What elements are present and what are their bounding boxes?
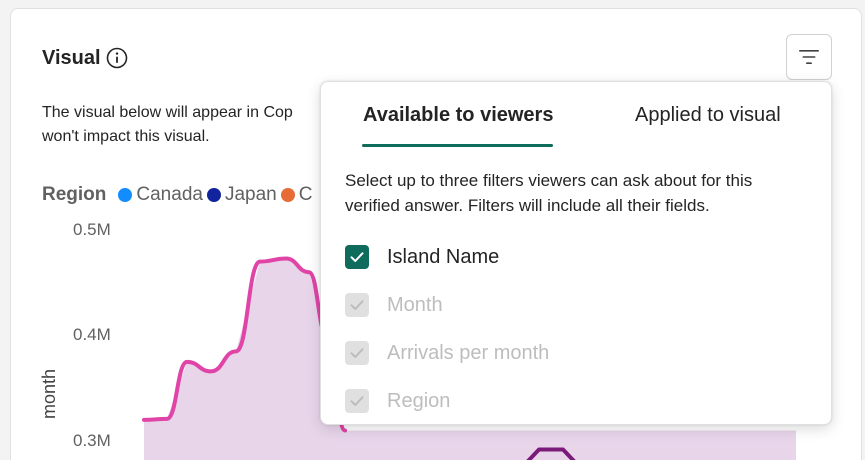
active-tab-indicator [362, 144, 553, 147]
filter-option-label: Region [387, 389, 451, 412]
filter-option-region: Region [345, 388, 450, 414]
filter-option-label: Island Name [387, 245, 500, 268]
checkbox [345, 293, 369, 317]
filter-option-month: Month [345, 292, 443, 318]
filter-popup: Available to viewers Applied to visual S… [320, 81, 832, 425]
checkmark-icon [350, 348, 364, 358]
tab-applied-to-visual[interactable]: Applied to visual [635, 104, 781, 127]
checkmark-icon [350, 396, 364, 406]
filter-option-label: Arrivals per month [387, 341, 550, 364]
checkbox [345, 389, 369, 413]
tab-available-to-viewers[interactable]: Available to viewers [363, 104, 553, 127]
popup-description: Select up to three filters viewers can a… [345, 171, 753, 215]
filter-option-label: Month [387, 293, 443, 316]
filter-option-island-name[interactable]: Island Name [345, 244, 499, 270]
filter-option-arrivals-per-month: Arrivals per month [345, 340, 549, 366]
checkmark-icon [350, 300, 364, 310]
checkbox [345, 341, 369, 365]
checkbox[interactable] [345, 245, 369, 269]
checkmark-icon [350, 252, 364, 262]
